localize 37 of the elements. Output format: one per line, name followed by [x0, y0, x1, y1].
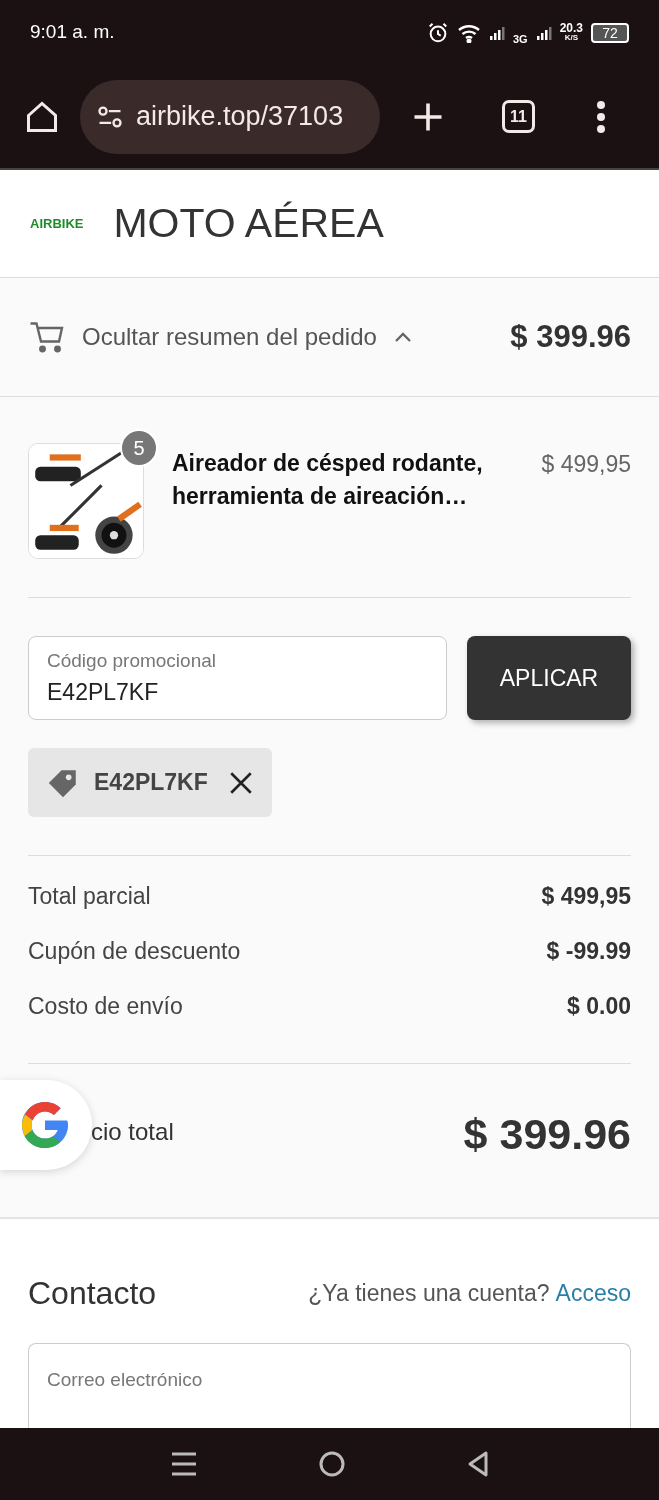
signal-icon	[535, 24, 552, 41]
home-circle-icon[interactable]	[317, 1450, 346, 1478]
signal-icon	[488, 24, 505, 41]
battery-indicator: 72	[591, 22, 629, 43]
menu-icon[interactable]	[169, 1451, 198, 1477]
total-value: $ 499,95	[541, 882, 631, 912]
data-speed: 20.3 K/S	[559, 22, 583, 43]
apply-button[interactable]: APLICAR	[467, 636, 631, 720]
total-label: Cupón de descuento	[28, 937, 241, 967]
quantity-badge: 5	[120, 429, 158, 467]
contact-title: Contacto	[28, 1274, 157, 1313]
promo-code-field[interactable]: Código promocional E42PL7KF	[28, 636, 447, 720]
cart-icon	[28, 319, 66, 355]
logo[interactable]: AIRBIKE	[30, 213, 84, 234]
grand-total-label: cio total	[91, 1117, 174, 1147]
total-label: Total parcial	[28, 882, 151, 912]
tab-count-button[interactable]: 11	[502, 100, 535, 133]
network-type: 3G	[512, 32, 528, 48]
applied-code: E42PL7KF	[94, 768, 208, 798]
account-question: ¿Ya tienes una cuenta?	[308, 1278, 550, 1308]
total-label: Costo de envío	[28, 992, 183, 1022]
google-bubble[interactable]	[0, 1080, 92, 1170]
address-bar[interactable]: airbike.top/37103	[80, 79, 380, 154]
total-value: $ -99.99	[546, 937, 631, 967]
product-name: Aireador de césped rodante, herramienta de aireación…	[172, 449, 484, 511]
store-name: MOTO AÉREA	[113, 198, 384, 248]
url-text: airbike.top/37103	[136, 100, 344, 134]
wifi-icon	[456, 22, 481, 43]
status-time: 9:01 a. m.	[30, 20, 115, 45]
login-link[interactable]: Acceso	[555, 1275, 631, 1311]
summary-toggle[interactable]: Ocultar resumen del pedido	[28, 319, 413, 355]
grand-total-value: $ 399.96	[463, 1109, 631, 1160]
summary-total: $ 399.96	[510, 317, 631, 356]
more-icon[interactable]	[595, 98, 607, 135]
total-value: $ 0.00	[567, 992, 631, 1022]
alarm-icon	[426, 21, 449, 44]
product-price: $ 499,95	[541, 450, 631, 479]
